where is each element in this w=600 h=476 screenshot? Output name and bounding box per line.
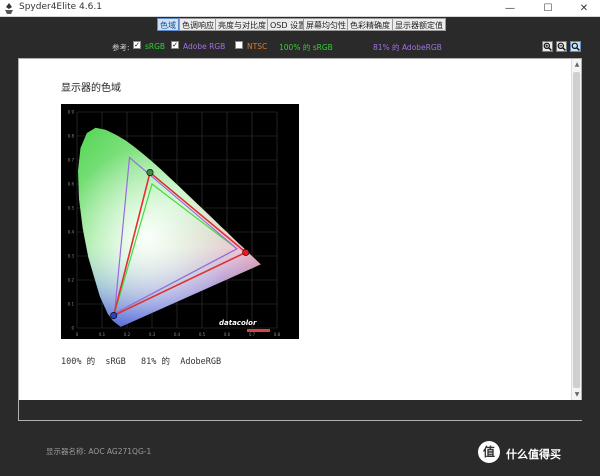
x-tick-label: 0.6 [224, 332, 231, 337]
y-tick-label: 0.2 [68, 278, 75, 283]
adobe-rgb-option-label: Adobe RGB [183, 42, 226, 51]
srgb-result: 100% 的 sRGB [61, 357, 126, 367]
ntsc-option-label: NTSC [247, 42, 268, 51]
srgb-checkbox[interactable]: ✓ [133, 41, 141, 49]
y-tick-label: 0.6 [68, 182, 75, 187]
x-tick-label: 0.8 [274, 332, 281, 337]
x-tick-label: 0.2 [124, 332, 131, 337]
title-bar: Spyder4Elite 4.6.1 — ☐ ✕ [0, 0, 600, 17]
zoom-fit-icon [571, 42, 580, 51]
x-tick-label: 0.4 [174, 332, 181, 337]
y-tick-label: 0.7 [68, 158, 75, 163]
y-tick-label: 0.8 [68, 134, 75, 139]
srgb-coverage-summary: 100% 的 sRGB [279, 43, 333, 52]
display-name-label: 显示器名称: AOC AG271QG-1 [46, 447, 152, 456]
tab-brightness-contrast[interactable]: 亮度与对比度 [215, 18, 269, 31]
gamut-chart-svg: 0 0.1 0.2 0.3 0.4 0.5 0.6 0.7 0.8 0 0.1 0.2 0.3 0.4 0.… [68, 110, 281, 338]
tab-color-accuracy[interactable]: 色彩精确度 [347, 18, 393, 31]
primary-point [242, 248, 250, 256]
y-tick-label: 0.5 [68, 206, 75, 211]
content-panel: 显示器的色域 0 0.1 0.2 0.3 0.4 0.5 0.6 0.7 0.8… [18, 58, 583, 421]
adobe-rgb-result: 81% 的 AdobeRGB [141, 357, 222, 367]
srgb-option-label: sRGB [145, 42, 166, 51]
x-tick-label: 0.3 [149, 332, 156, 337]
watermark-logo-icon: 值 [478, 441, 500, 463]
zoom-fit-button[interactable] [570, 41, 581, 52]
x-tick-label: 0.1 [99, 332, 106, 337]
close-button[interactable]: ✕ [566, 0, 600, 17]
scroll-up-arrow-icon[interactable]: ▲ [573, 60, 581, 70]
y-tick-label: 0.3 [68, 254, 75, 259]
ntsc-checkbox[interactable] [235, 41, 243, 49]
minimize-button[interactable]: — [492, 0, 528, 17]
adobe-rgb-coverage-summary: 81% 的 AdobeRGB [373, 43, 442, 52]
vertical-scrollbar[interactable]: ▲ ▼ [571, 59, 581, 402]
reference-label: 参考: [112, 43, 130, 52]
zoom-in-icon [543, 42, 552, 51]
adobe-rgb-checkbox[interactable]: ✓ [171, 41, 179, 49]
y-tick-label: 0.4 [68, 230, 75, 235]
page-title: 显示器的色域 [61, 83, 121, 94]
window-title: Spyder4Elite 4.6.1 [19, 2, 102, 12]
tab-tone-response[interactable]: 色调响应 [179, 18, 217, 31]
y-tick-label: 0.9 [68, 110, 75, 115]
tab-screen-uniformity[interactable]: 屏幕均匀性 [303, 18, 349, 31]
spectral-locus-white-glow [78, 127, 261, 327]
y-tick-label: 0 [71, 326, 74, 331]
datacolor-logo-text: datacolor [219, 319, 257, 327]
primary-point [110, 312, 118, 320]
primary-point [146, 169, 154, 177]
y-tick-label: 0.1 [68, 302, 75, 307]
zoom-out-icon [557, 42, 566, 51]
reference-bar: 参考: ✓ sRGB ✓ Adobe RGB NTSC 100% 的 sRGB … [0, 34, 600, 58]
tab-display-rating[interactable]: 显示器额定值 [392, 18, 446, 31]
watermark-text: 什么值得买 [506, 448, 561, 461]
x-tick-label: 0 [76, 332, 79, 337]
zoom-out-button[interactable] [556, 41, 567, 52]
scrollbar-thumb[interactable] [573, 72, 580, 388]
spectral-locus [78, 127, 261, 327]
x-tick-label: 0.5 [199, 332, 206, 337]
tab-color-gamut[interactable]: 色域 [157, 18, 179, 31]
x-tick-label: 0.7 [249, 332, 256, 337]
datacolor-logo-bar [247, 329, 270, 332]
tab-bar: 色域 色调响应 亮度与对比度 OSD 设置 屏幕均匀性 色彩精确度 显示器额定值 [0, 17, 600, 34]
zoom-in-button[interactable] [542, 41, 553, 52]
maximize-button[interactable]: ☐ [530, 0, 566, 17]
scroll-down-arrow-icon[interactable]: ▼ [573, 390, 581, 400]
spyder-app-icon [5, 3, 13, 14]
panel-footer [19, 400, 583, 420]
gamut-chart: 0 0.1 0.2 0.3 0.4 0.5 0.6 0.7 0.8 0 0.1 0.2 0.3 0.4 0.… [61, 104, 299, 339]
